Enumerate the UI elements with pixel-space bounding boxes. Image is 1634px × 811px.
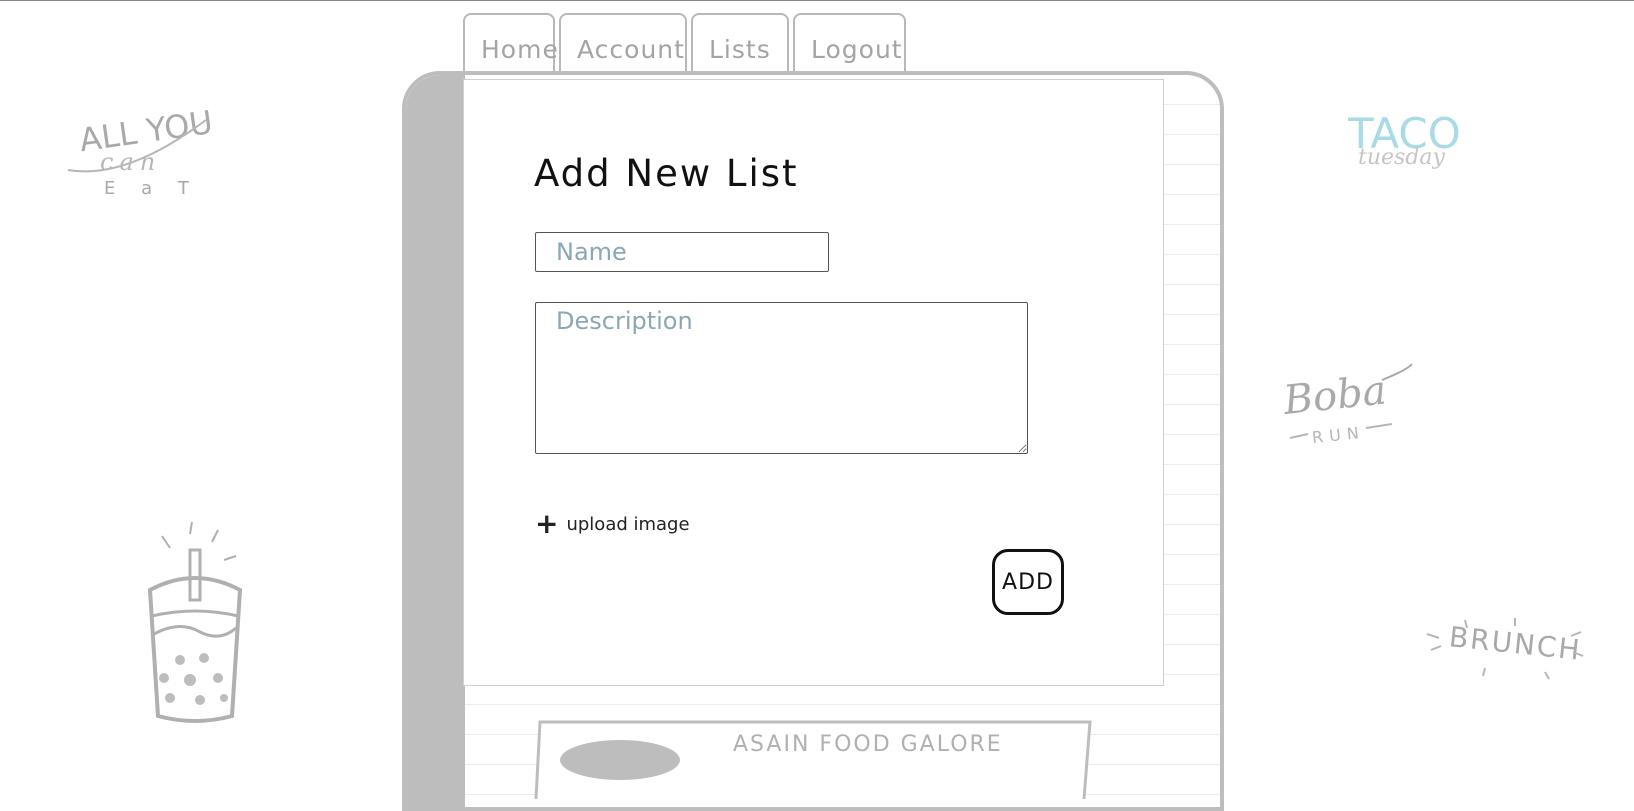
tab-lists-label: Lists	[709, 35, 771, 64]
tab-account[interactable]: Account	[559, 13, 687, 71]
name-field[interactable]	[535, 232, 829, 272]
brunch-text: BRUNCH	[1448, 620, 1583, 667]
list-card-title: ASAIN FOOD GALORE	[733, 732, 1003, 757]
tab-logout-label: Logout	[811, 35, 903, 64]
taco-tuesday-doodle: TACO tuesday	[1347, 104, 1478, 174]
notebook-spine	[406, 75, 465, 807]
top-border	[0, 0, 1634, 1]
tab-home-label: Home	[481, 35, 559, 64]
plus-icon: +	[535, 507, 559, 540]
boba-text: Boba	[1282, 367, 1389, 424]
brunch-doodle: BRUNCH	[1425, 612, 1585, 682]
description-field[interactable]	[535, 302, 1028, 454]
tab-account-label: Account	[577, 35, 685, 64]
tab-home[interactable]: Home	[463, 13, 558, 71]
run-text: RUN	[1311, 423, 1365, 447]
upload-image-label: upload image	[566, 513, 690, 535]
list-thumbnail	[560, 740, 680, 780]
tuesday-text: tuesday	[1358, 145, 1446, 170]
boba-run-doodle: Boba RUN	[1280, 360, 1422, 450]
add-list-card: Add New List + upload image ADD	[463, 79, 1164, 686]
all-you-can-eat-doodle: ALL YOU can E a T	[66, 100, 216, 200]
eat-text: E a T	[104, 178, 199, 199]
add-button[interactable]: ADD	[992, 549, 1064, 615]
upload-image-button[interactable]: + upload image	[535, 510, 690, 538]
list-card[interactable]: ASAIN FOOD GALORE	[530, 720, 1092, 800]
page-title: Add New List	[534, 152, 799, 195]
tab-logout[interactable]: Logout	[793, 13, 906, 71]
boba-cup-icon	[140, 520, 250, 730]
tab-lists[interactable]: Lists	[691, 13, 789, 71]
